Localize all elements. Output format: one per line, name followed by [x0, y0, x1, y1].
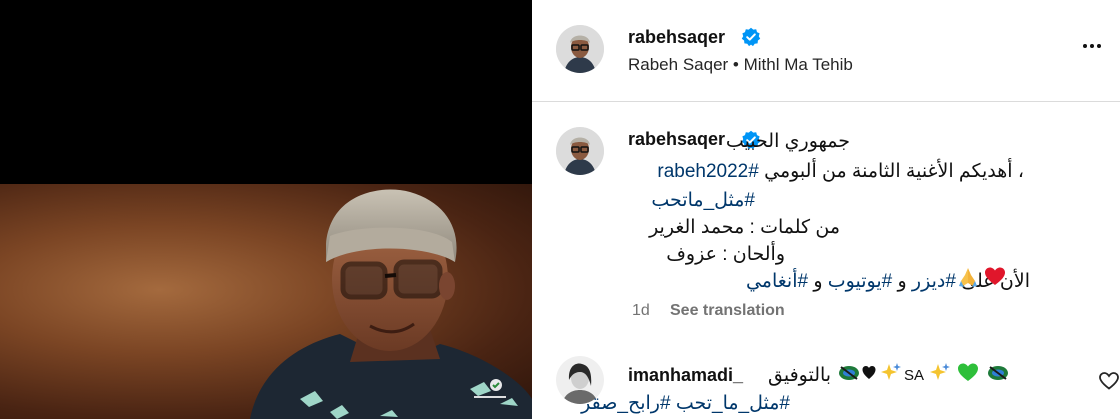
- comment-mid-text: SA: [904, 367, 925, 384]
- caption-text: و: [808, 271, 828, 292]
- comment-text: بالتوفيق: [768, 365, 832, 386]
- hashtag-rabeh2022[interactable]: #rabeh2022: [657, 161, 758, 182]
- verified-badge-icon: [741, 27, 761, 47]
- caption-line-composer: وألحان : عزوف: [666, 244, 785, 265]
- heart-outline-icon[interactable]: [1098, 370, 1120, 392]
- rotana-logo-icon: [470, 377, 510, 403]
- sparkles-icon: [930, 363, 950, 380]
- caption-username[interactable]: rabehsaqer: [628, 129, 725, 150]
- caption-text: و: [892, 271, 912, 292]
- author-avatar[interactable]: [556, 25, 604, 73]
- hashtag-deezer[interactable]: #ديزر: [912, 271, 956, 292]
- comment-hashtags[interactable]: #مثل_ما_تحب #رابح_صقر: [581, 392, 790, 415]
- heart-icon: [985, 267, 1005, 285]
- sparkles-icon: [881, 363, 901, 380]
- flag-icon: [988, 366, 1008, 380]
- praying-hands-icon: [959, 268, 977, 287]
- author-username[interactable]: rabehsaqer: [628, 27, 725, 48]
- post-details-panel: rabehsaqer Rabeh Saqer • Mithl Ma Tehib: [532, 0, 1120, 419]
- artist-portrait-illustration: [250, 189, 532, 419]
- more-options-icon[interactable]: [1082, 36, 1102, 56]
- album-cover-image: [0, 184, 532, 419]
- caption-text: ، أهديكم الأغنية الثامنة من ألبومي: [758, 161, 1024, 182]
- caption-line-hashtag: #مثل_ماتحب: [651, 189, 755, 212]
- hashtag-anghami[interactable]: #أنغامي: [746, 271, 808, 292]
- green-heart-icon: [958, 363, 978, 381]
- black-heart-icon: [862, 366, 876, 379]
- post-subtitle[interactable]: Rabeh Saqer • Mithl Ma Tehib: [628, 55, 853, 75]
- caption-line-announcement: ، أهديكم الأغنية الثامنة من ألبومي #rabe…: [657, 160, 1024, 183]
- see-translation-link[interactable]: See translation: [670, 302, 785, 320]
- caption-line-greeting: جمهوري الحبيب: [725, 131, 850, 152]
- caption-line-lyrics: من كلمات : محمد الغرير: [649, 217, 840, 238]
- post-timestamp[interactable]: 1d: [632, 302, 650, 320]
- hashtag-youtube[interactable]: #يوتيوب: [828, 271, 892, 292]
- flag-icon: [839, 366, 859, 380]
- commenter-username[interactable]: imanhamadi_: [628, 365, 743, 386]
- post-header: rabehsaqer Rabeh Saqer • Mithl Ma Tehib: [532, 0, 1120, 102]
- caption-author-avatar[interactable]: [556, 127, 604, 175]
- hashtag-song[interactable]: #مثل_ماتحب: [651, 190, 755, 211]
- post-media[interactable]: [0, 0, 532, 419]
